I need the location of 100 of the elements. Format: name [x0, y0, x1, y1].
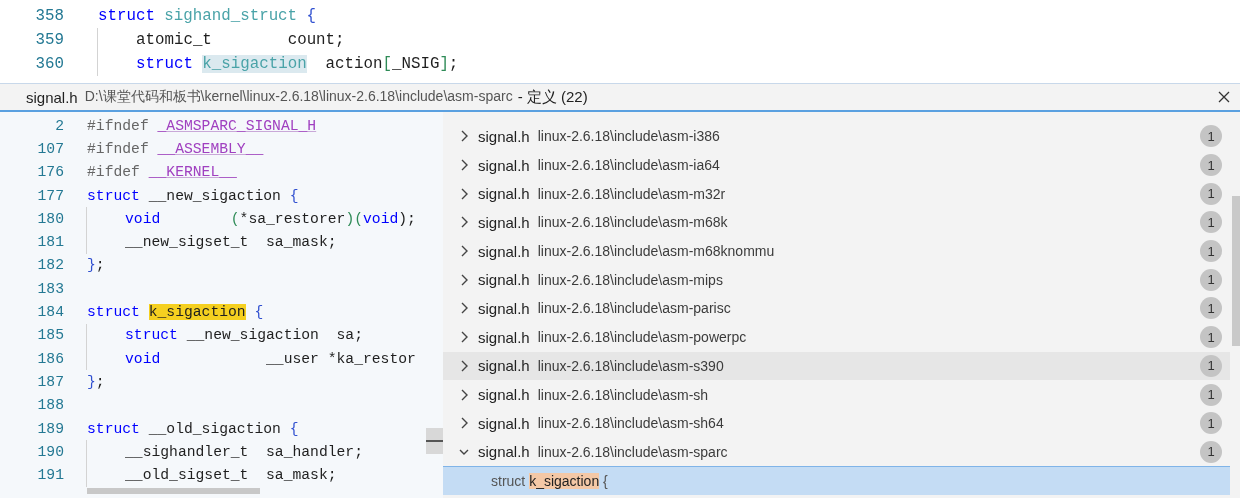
- code-token: __user *ka_restor: [265, 350, 416, 367]
- line-number: 2: [54, 117, 64, 134]
- code-token: {: [289, 187, 299, 204]
- file-path: linux-2.6.18\include\asm-s390: [537, 357, 724, 374]
- file-path: linux-2.6.18\include\asm-i386: [537, 128, 720, 145]
- code-token: #ifndef: [87, 117, 150, 134]
- code-token: _NSIG: [391, 55, 440, 73]
- chevron-icon[interactable]: [459, 159, 469, 172]
- code-token: __old_sigset_t sa_mask;: [125, 467, 337, 484]
- code-token: __sighandler_t sa_handler;: [125, 443, 363, 460]
- code-token: __ASSEMBLY__: [157, 140, 264, 157]
- file-path: D:\课堂代码和板书\kernel\linux-2.6.18\linux-2.6.18\include\asm-sparc: [84, 88, 513, 106]
- code-token: {: [289, 420, 299, 437]
- reference-item[interactable]: signal.h linux-2.6.18\include\asm-m32r 1: [443, 179, 1230, 209]
- code-token: __new_sigaction: [148, 187, 282, 204]
- reference-item[interactable]: signal.h linux-2.6.18\include\asm-m68k 1: [443, 208, 1230, 237]
- code-token: sighand_struct: [164, 7, 298, 25]
- code-token: #ifdef: [87, 164, 141, 181]
- count-badge: 1: [1200, 154, 1222, 177]
- code-token: struct: [87, 187, 141, 204]
- count-badge: 1: [1200, 297, 1222, 320]
- horizontal-scrollbar[interactable]: [87, 487, 260, 494]
- code-token: struct: [125, 327, 179, 344]
- line-number: 191: [36, 467, 64, 484]
- file-name: signal.h: [478, 386, 530, 404]
- chevron-icon[interactable]: [459, 216, 469, 229]
- code-token: struct: [87, 304, 141, 320]
- code-token: *sa_restorer: [239, 210, 346, 227]
- file-name: signal.h: [26, 88, 78, 106]
- chevron-icon[interactable]: [459, 273, 469, 286]
- line-number: 183: [36, 280, 64, 297]
- count-badge: 1: [1200, 240, 1222, 263]
- file-path: linux-2.6.18\include\asm-sparc: [537, 443, 728, 460]
- code-token: struct: [87, 420, 141, 437]
- file-name: signal.h: [478, 213, 530, 231]
- reference-item[interactable]: signal.h linux-2.6.18\include\asm-ia64 1: [443, 150, 1230, 180]
- vertical-scrollbar[interactable]: [1232, 196, 1240, 346]
- line-number: 188: [36, 397, 64, 414]
- chevron-icon[interactable]: [459, 130, 469, 143]
- close-icon: [1218, 91, 1230, 103]
- file-path: linux-2.6.18\include\asm-powerpc: [537, 329, 747, 346]
- line-number: 186: [36, 350, 64, 367]
- line-number: 180: [36, 210, 64, 227]
- file-path: linux-2.6.18\include\asm-ia64: [537, 157, 720, 174]
- chevron-icon[interactable]: [459, 302, 469, 315]
- file-path: linux-2.6.18\include\asm-m68k: [537, 214, 728, 231]
- code-token: action: [324, 55, 383, 73]
- code-token: (: [229, 210, 240, 227]
- reference-match[interactable]: struct k_sigaction {: [443, 466, 1230, 496]
- code-token: void: [125, 350, 161, 367]
- reference-item[interactable]: signal.h linux-2.6.18\include\asm-sh64 1: [443, 408, 1230, 438]
- file-path: linux-2.6.18\include\asm-m68knommu: [537, 243, 775, 260]
- count-badge: 1: [1200, 326, 1222, 349]
- code-token: struct: [136, 55, 194, 73]
- line-number: 181: [36, 234, 64, 251]
- file-name: signal.h: [478, 328, 530, 346]
- code-token: __old_sigaction: [148, 420, 282, 437]
- chevron-icon[interactable]: [459, 245, 469, 258]
- code-token: __KERNEL__: [148, 164, 237, 181]
- reference-item[interactable]: signal.h linux-2.6.18\include\asm-mips 1: [443, 265, 1230, 295]
- code-token: {: [305, 7, 317, 25]
- code-token: ;: [95, 373, 105, 390]
- reference-item[interactable]: signal.h linux-2.6.18\include\asm-m68knommu 1: [443, 236, 1230, 266]
- chevron-icon[interactable]: [459, 359, 469, 372]
- file-path: linux-2.6.18\include\asm-m32r: [537, 185, 726, 202]
- code-token: );: [398, 210, 416, 227]
- line-number: 189: [36, 420, 64, 437]
- count-badge: 1: [1200, 354, 1222, 377]
- file-name: signal.h: [478, 357, 530, 375]
- code-token: [: [382, 55, 392, 73]
- line-number: 182: [36, 257, 64, 274]
- chevron-icon[interactable]: [459, 417, 469, 430]
- reference-item[interactable]: signal.h linux-2.6.18\include\asm-powerpc 1: [443, 322, 1230, 352]
- reference-item[interactable]: signal.h linux-2.6.18\include\asm-parisc 1: [443, 294, 1230, 323]
- count-badge: 1: [1200, 383, 1222, 406]
- file-path: linux-2.6.18\include\asm-parisc: [537, 300, 731, 317]
- file-name: signal.h: [478, 242, 530, 260]
- count-badge: 1: [1200, 412, 1222, 435]
- code-token: __new_sigaction sa;: [186, 327, 363, 344]
- code-token: ;: [95, 257, 105, 274]
- chevron-icon[interactable]: [459, 388, 469, 401]
- line-number: 177: [36, 187, 64, 204]
- code-token: void: [125, 210, 161, 227]
- code-token: atomic_t count;: [136, 31, 345, 49]
- file-name: signal.h: [478, 271, 530, 289]
- count-badge: 1: [1200, 268, 1222, 291]
- code-token: )(: [345, 210, 363, 227]
- code-token: _ASMSPARC_SIGNAL_H: [157, 117, 317, 134]
- line-number: 184: [36, 304, 64, 320]
- reference-item[interactable]: signal.h linux-2.6.18\include\asm-sparc 1: [443, 437, 1230, 467]
- code-token: ;: [448, 55, 459, 73]
- reference-item[interactable]: signal.h linux-2.6.18\include\asm-i386 1: [443, 122, 1230, 151]
- reference-item[interactable]: signal.h linux-2.6.18\include\asm-s390 1: [443, 351, 1230, 381]
- chevron-icon[interactable]: [459, 331, 469, 344]
- code-token: struct: [98, 7, 156, 25]
- file-name: signal.h: [478, 127, 530, 145]
- code-token: #ifndef: [87, 140, 150, 157]
- reference-item[interactable]: signal.h linux-2.6.18\include\asm-sh 1: [443, 380, 1230, 409]
- highlighted-code-token: k_sigaction: [148, 304, 246, 320]
- chevron-icon[interactable]: [459, 187, 469, 200]
